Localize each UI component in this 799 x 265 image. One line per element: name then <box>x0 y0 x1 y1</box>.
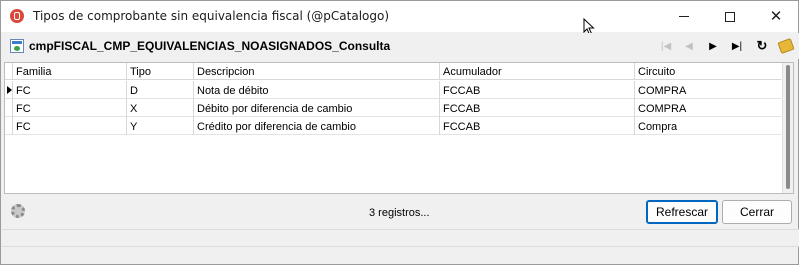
cell-descripcion[interactable]: Crédito por diferencia de cambio <box>194 117 440 135</box>
status-bar <box>2 229 799 247</box>
grid-header: Familia Tipo Descripcion Acumulador Circ… <box>5 63 781 80</box>
table-row[interactable]: FC Y Crédito por diferencia de cambio FC… <box>5 117 781 135</box>
cell-familia[interactable]: FC <box>13 117 127 135</box>
cell-circuito[interactable]: COMPRA <box>635 81 781 99</box>
results-grid[interactable]: Familia Tipo Descripcion Acumulador Circ… <box>4 62 794 194</box>
minimize-button[interactable] <box>661 1 707 32</box>
row-selector[interactable] <box>5 117 13 135</box>
column-header-tipo[interactable]: Tipo <box>127 63 194 80</box>
current-row-indicator-icon <box>7 86 12 94</box>
grid-body: FC D Nota de débito FCCAB COMPRA FC X Dé… <box>5 81 781 135</box>
cell-familia[interactable]: FC <box>13 81 127 99</box>
close-button[interactable]: Cerrar <box>722 200 792 224</box>
cell-acumulador[interactable]: FCCAB <box>440 117 635 135</box>
table-row[interactable]: FC D Nota de débito FCCAB COMPRA <box>5 81 781 99</box>
close-icon: ✕ <box>769 8 783 25</box>
gear-icon[interactable] <box>11 204 25 218</box>
row-selector-header <box>5 63 13 80</box>
cell-acumulador[interactable]: FCCAB <box>440 81 635 99</box>
column-header-acumulador[interactable]: Acumulador <box>440 63 635 80</box>
cell-descripcion[interactable]: Débito por diferencia de cambio <box>194 99 440 117</box>
column-header-circuito[interactable]: Circuito <box>635 63 781 80</box>
column-header-familia[interactable]: Familia <box>13 63 127 80</box>
refresh-icon[interactable]: ↻ <box>753 38 771 54</box>
title-bar[interactable]: Tipos de comprobante sin equivalencia fi… <box>1 1 799 36</box>
last-record-button[interactable]: ▶| <box>728 38 746 54</box>
cell-tipo[interactable]: X <box>127 99 194 117</box>
vertical-scrollbar[interactable] <box>782 63 793 193</box>
query-icon <box>10 39 24 53</box>
next-record-button[interactable]: ▶ <box>704 38 722 54</box>
tools-icon <box>777 37 795 55</box>
cell-descripcion[interactable]: Nota de débito <box>194 81 440 99</box>
query-title: cmpFISCAL_CMP_EQUIVALENCIAS_NOASIGNADOS_… <box>29 39 391 53</box>
cell-acumulador[interactable]: FCCAB <box>440 99 635 117</box>
cell-tipo[interactable]: Y <box>127 117 194 135</box>
refresh-button[interactable]: Refrescar <box>646 200 718 224</box>
tools-button[interactable] <box>777 37 795 55</box>
first-record-button[interactable]: |◀ <box>657 38 675 54</box>
window-title: Tipos de comprobante sin equivalencia fi… <box>33 9 390 23</box>
row-selector[interactable] <box>5 81 13 99</box>
row-selector[interactable] <box>5 99 13 117</box>
app-window: Tipos de comprobante sin equivalencia fi… <box>0 0 799 265</box>
cell-circuito[interactable]: COMPRA <box>635 99 781 117</box>
cell-tipo[interactable]: D <box>127 81 194 99</box>
cell-circuito[interactable]: Compra <box>635 117 781 135</box>
minimize-icon <box>679 16 689 17</box>
cell-familia[interactable]: FC <box>13 99 127 117</box>
maximize-button[interactable] <box>707 1 753 32</box>
app-icon <box>10 9 24 23</box>
table-row[interactable]: FC X Débito por diferencia de cambio FCC… <box>5 99 781 117</box>
scrollbar-thumb[interactable] <box>786 65 790 189</box>
previous-record-button[interactable]: ◀ <box>680 38 698 54</box>
record-count: 3 registros... <box>369 207 430 219</box>
maximize-icon <box>725 11 735 22</box>
close-window-button[interactable]: ✕ <box>753 1 799 32</box>
column-header-descripcion[interactable]: Descripcion <box>194 63 440 80</box>
query-toolbar: cmpFISCAL_CMP_EQUIVALENCIAS_NOASIGNADOS_… <box>2 33 799 59</box>
